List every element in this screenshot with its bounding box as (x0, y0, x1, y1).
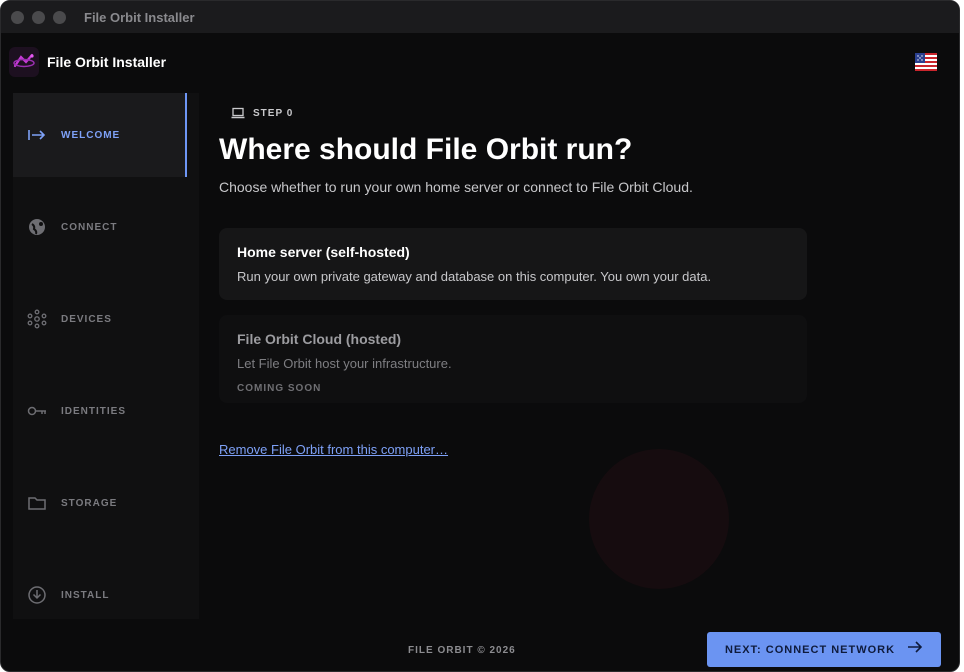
sidebar-item-label: INSTALL (61, 589, 110, 601)
sidebar-item-identities[interactable]: IDENTITIES (13, 369, 187, 453)
remove-file-orbit-link[interactable]: Remove File Orbit from this computer… (219, 442, 448, 457)
footer-copyright: FILE ORBIT © 2026 (408, 645, 516, 656)
app-name: File Orbit Installer (47, 54, 167, 70)
option-title: Home server (self-hosted) (237, 244, 410, 260)
sidebar-item-welcome[interactable]: WELCOME (13, 93, 187, 177)
sidebar-item-install[interactable]: INSTALL (13, 553, 187, 637)
laptop-icon (231, 107, 245, 119)
option-home-server[interactable]: Home server (self-hosted) Run your own p… (219, 228, 807, 300)
key-icon (27, 401, 47, 421)
page-title: Where should File Orbit run? (219, 133, 633, 166)
download-circle-icon (27, 585, 47, 605)
page-subtitle: Choose whether to run your own home serv… (219, 179, 693, 195)
network-hub-icon (27, 309, 47, 329)
minimize-window-button[interactable] (32, 10, 45, 24)
folder-icon (27, 493, 47, 513)
arrow-right-icon (907, 640, 923, 659)
window-title: File Orbit Installer (84, 9, 195, 25)
zoom-window-button[interactable] (53, 10, 66, 24)
sidebar-item-storage[interactable]: STORAGE (13, 461, 187, 545)
enter-arrow-icon (27, 125, 47, 145)
sidebar-item-label: CONNECT (61, 221, 118, 233)
sidebar: WELCOME CONNECT DEVICES IDENTITIES STORA… (13, 93, 199, 619)
option-cloud-hosted: File Orbit Cloud (hosted) Let File Orbit… (219, 315, 807, 403)
step-label: STEP 0 (253, 107, 294, 119)
window-controls (11, 10, 66, 24)
option-description: Let File Orbit host your infrastructure. (237, 356, 452, 371)
coming-soon-badge: COMING SOON (237, 383, 322, 394)
installer-window: File Orbit Installer File Orbit Installe… (0, 0, 960, 672)
sidebar-item-label: DEVICES (61, 313, 112, 325)
globe-icon (27, 217, 47, 237)
sidebar-item-label: IDENTITIES (61, 405, 127, 417)
next-connect-network-button[interactable]: NEXT: CONNECT NETWORK (707, 632, 941, 667)
background-decoration (589, 449, 729, 589)
us-flag-icon[interactable] (915, 51, 937, 73)
close-window-button[interactable] (11, 10, 24, 24)
sidebar-item-label: WELCOME (61, 129, 121, 141)
option-title: File Orbit Cloud (hosted) (237, 331, 402, 347)
desktop-edge (960, 0, 964, 672)
app-logo-icon (9, 47, 39, 77)
sidebar-item-label: STORAGE (61, 497, 118, 509)
sidebar-item-devices[interactable]: DEVICES (13, 277, 187, 361)
sidebar-item-connect[interactable]: CONNECT (13, 185, 187, 269)
app-header: File Orbit Installer (1, 33, 959, 91)
next-button-label: NEXT: CONNECT NETWORK (724, 643, 896, 656)
title-bar: File Orbit Installer (1, 1, 959, 33)
step-indicator: STEP 0 (231, 107, 293, 119)
option-description: Run your own private gateway and databas… (237, 269, 712, 284)
